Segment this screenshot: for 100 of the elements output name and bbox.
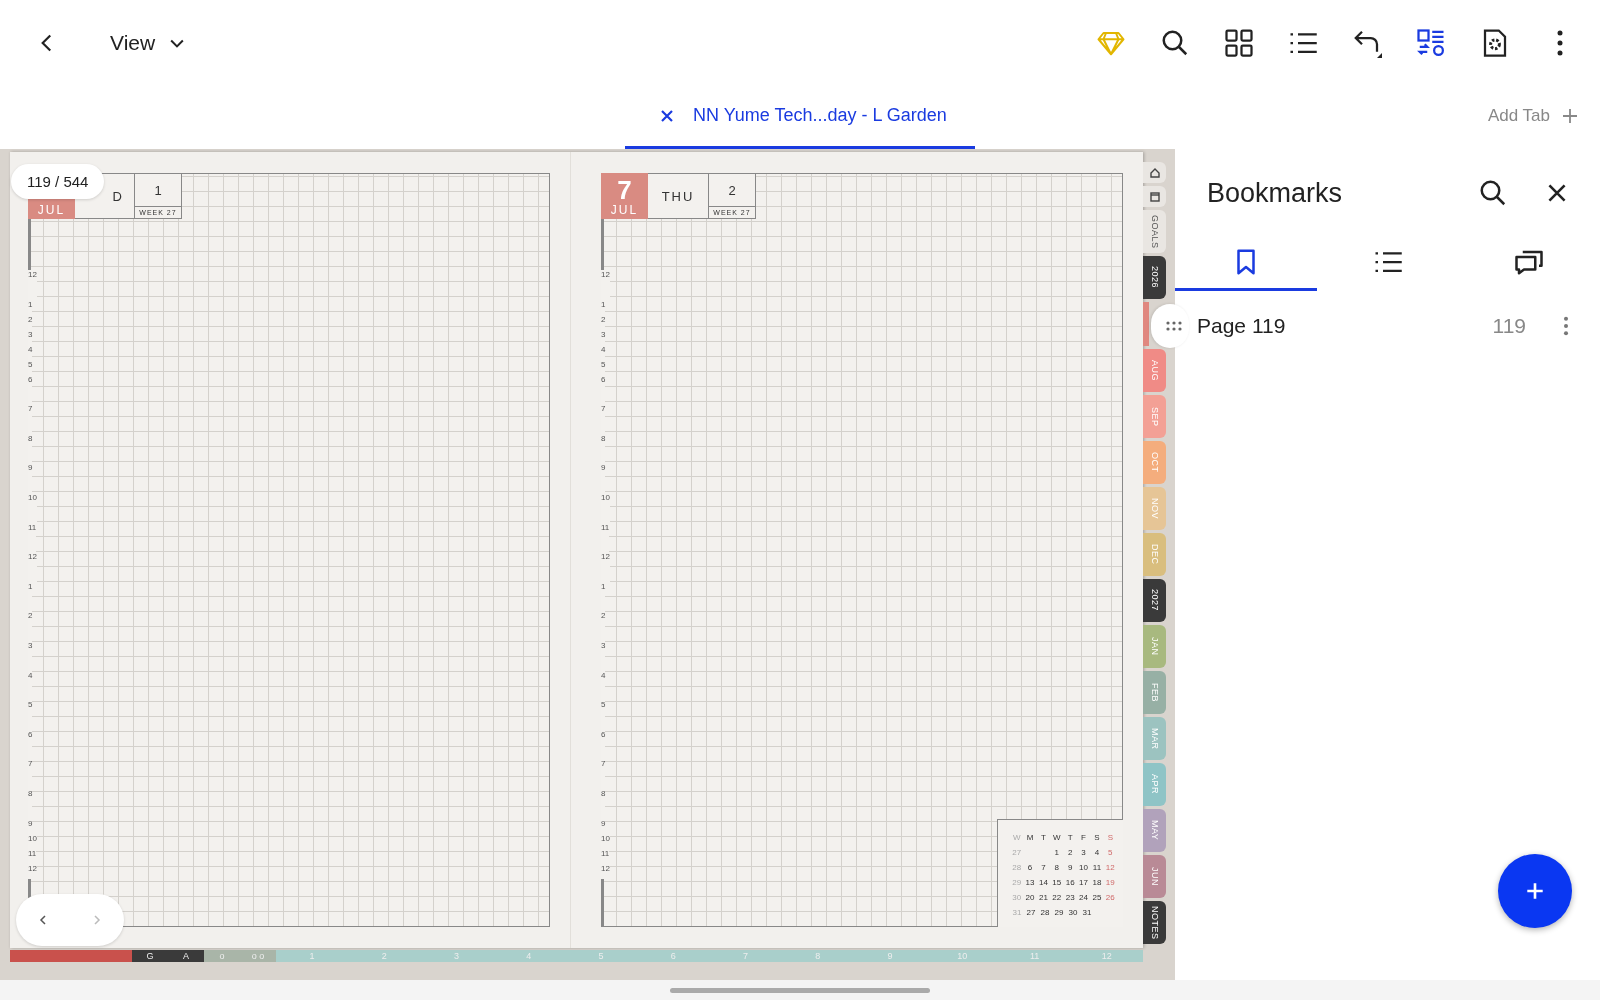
hour-label: 1 xyxy=(28,299,33,315)
calendar-day[interactable]: 23 xyxy=(1063,892,1077,903)
plus-icon[interactable] xyxy=(1562,107,1578,124)
hour-label: 5 xyxy=(28,700,33,730)
hour-label: 7 xyxy=(28,404,33,434)
hour-label: 1 xyxy=(28,581,33,612)
section-tab[interactable] xyxy=(1143,162,1166,183)
hour-label: 1 xyxy=(601,581,606,612)
hour-label: 9 xyxy=(28,818,33,834)
hour-label: 1 xyxy=(601,299,606,315)
hour-label: 5 xyxy=(28,359,33,375)
hour-label: 6 xyxy=(28,729,33,760)
day-count: 1 xyxy=(135,174,181,207)
calendar-day[interactable]: 17 xyxy=(1076,877,1091,888)
calendar-day[interactable]: 27 xyxy=(1024,907,1038,918)
hour-label: 11 xyxy=(28,522,37,553)
day-count: 2 xyxy=(709,174,755,207)
close-icon[interactable] xyxy=(659,107,675,124)
calendar-day[interactable]: 1 xyxy=(1050,847,1064,858)
bookmark-page: 119 xyxy=(1492,314,1526,338)
page-counter: 119 / 544 xyxy=(11,164,105,199)
day-number: 7 xyxy=(617,177,632,203)
bookmark-title[interactable]: Page 119 xyxy=(1197,314,1493,338)
hour-label: 11 xyxy=(601,848,610,864)
hour-label: 12 xyxy=(601,863,610,879)
tab-title[interactable]: NN Yume Tech...day - L Garden xyxy=(693,105,947,126)
calendar-day[interactable]: 24 xyxy=(1076,892,1091,903)
week-number: 31 xyxy=(1011,907,1023,918)
calendar-day[interactable]: 9 xyxy=(1063,862,1077,873)
calendar-day[interactable]: 3 xyxy=(1076,847,1091,858)
calendar-day[interactable]: 31 xyxy=(1080,907,1094,918)
add-tab-link[interactable]: Add Tab xyxy=(1487,105,1550,126)
calendar-day[interactable]: 14 xyxy=(1036,877,1051,888)
calendar-day[interactable]: 15 xyxy=(1050,877,1064,888)
week-number: 27 xyxy=(1011,847,1023,858)
hour-label: 10 xyxy=(28,492,37,523)
calendar-day[interactable]: 8 xyxy=(1050,862,1064,873)
calendar-header: F xyxy=(1080,832,1087,843)
hour-label: 3 xyxy=(28,329,33,345)
calendar-day[interactable]: 4 xyxy=(1090,847,1104,858)
calendar-day[interactable]: 10 xyxy=(1076,862,1091,873)
strip-tab[interactable]: G xyxy=(132,950,168,962)
calendar-day[interactable]: 13 xyxy=(1023,877,1037,888)
hour-label: 7 xyxy=(601,759,606,789)
hour-label: 12 xyxy=(28,863,37,879)
week-number: 28 xyxy=(1011,862,1023,873)
section-tab[interactable]: NOTES xyxy=(1143,901,1166,944)
section-tab[interactable] xyxy=(1143,186,1166,207)
calendar-day[interactable]: 30 xyxy=(1066,907,1080,918)
calendar-day[interactable]: 25 xyxy=(1090,892,1104,903)
calendar-day[interactable]: 7 xyxy=(1036,862,1051,873)
weekday-label: D xyxy=(112,188,124,204)
calendar-header: S xyxy=(1106,832,1114,843)
drag-icon xyxy=(1165,321,1183,331)
calendar-day[interactable]: 6 xyxy=(1023,862,1037,873)
previous-icon[interactable] xyxy=(37,914,49,926)
bookmark-item[interactable]: Page 119 119 xyxy=(1189,291,1600,361)
calendar-header: T xyxy=(1066,832,1074,843)
week-number: 30 xyxy=(1011,892,1023,903)
strip-tab[interactable]: A xyxy=(168,950,204,962)
calendar-day[interactable]: 28 xyxy=(1038,907,1052,918)
hour-label: 2 xyxy=(601,314,606,330)
section-tab[interactable]: 2026 xyxy=(1143,256,1166,299)
hour-label: 9 xyxy=(601,463,606,493)
hour-label: 12 xyxy=(601,552,610,582)
hour-label: 12 xyxy=(601,270,610,300)
calendar-day[interactable]: 11 xyxy=(1090,862,1104,873)
add-button[interactable] xyxy=(1498,854,1572,928)
hour-label: 8 xyxy=(601,433,606,464)
calendar-header: W xyxy=(1011,832,1022,843)
search-icon[interactable] xyxy=(1478,178,1508,208)
month-label: JUL xyxy=(37,203,66,217)
calendar-header: S xyxy=(1093,832,1101,843)
calendar-day[interactable]: 16 xyxy=(1063,877,1077,888)
calendar-day[interactable]: 18 xyxy=(1090,877,1104,888)
view-menu[interactable]: View xyxy=(106,26,192,59)
hour-label: 10 xyxy=(601,833,610,849)
grid-icon[interactable] xyxy=(1224,27,1254,58)
hour-label: 3 xyxy=(28,640,33,671)
week-number: 29 xyxy=(1011,877,1023,888)
month-label: JUL xyxy=(610,203,639,217)
calendar-day[interactable]: 20 xyxy=(1023,892,1037,903)
hour-label: 11 xyxy=(601,522,610,553)
calendar-header: T xyxy=(1040,832,1047,843)
layout-icon[interactable] xyxy=(1416,27,1446,58)
hour-label: 5 xyxy=(601,359,606,375)
drag-handle[interactable] xyxy=(1151,304,1189,348)
section-tab[interactable]: GOALS xyxy=(1143,210,1166,253)
window-icon xyxy=(1148,190,1161,203)
section-tab[interactable]: 2027 xyxy=(1143,579,1166,622)
hour-label: 11 xyxy=(28,848,37,864)
calendar-day[interactable]: 22 xyxy=(1050,892,1064,903)
calendar-day[interactable]: 2 xyxy=(1063,847,1077,858)
calendar-day[interactable]: 29 xyxy=(1052,907,1066,918)
calendar-day[interactable]: 21 xyxy=(1036,892,1051,903)
hour-label: 4 xyxy=(601,670,606,701)
hour-label: 2 xyxy=(28,314,33,330)
hour-label: 7 xyxy=(28,759,33,789)
hour-label: 8 xyxy=(28,788,33,819)
hour-label: 6 xyxy=(601,374,606,405)
